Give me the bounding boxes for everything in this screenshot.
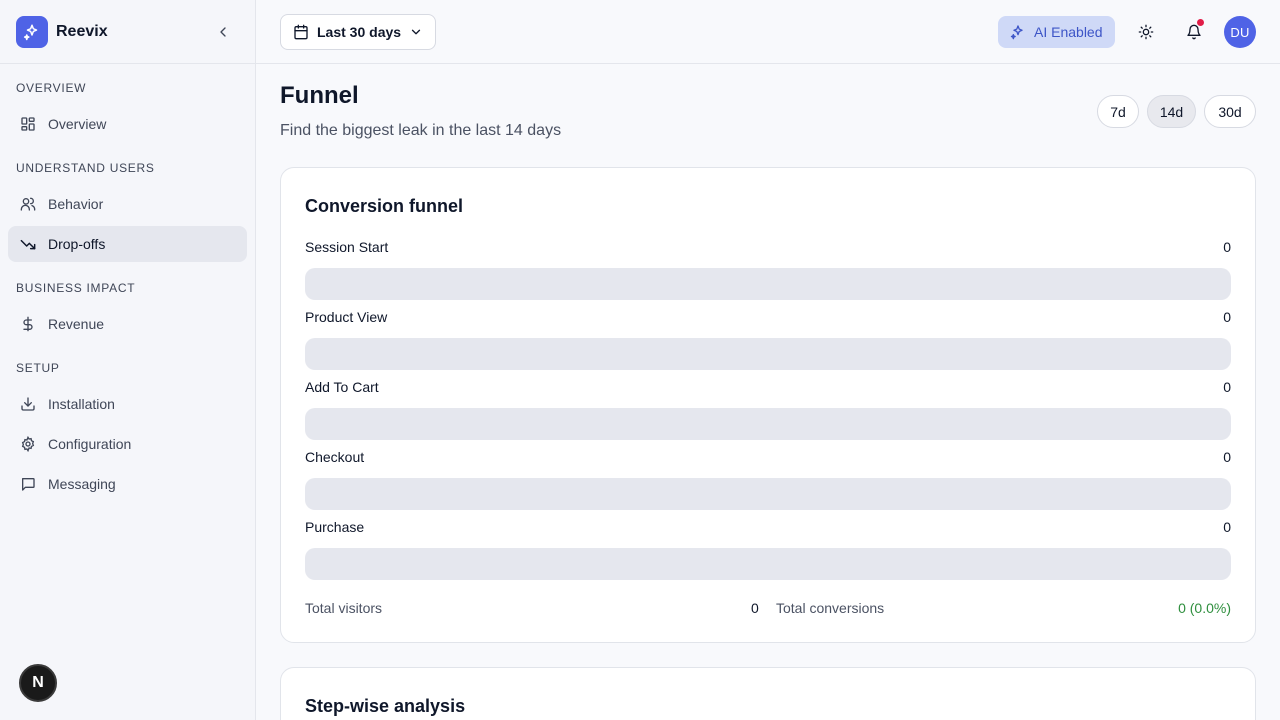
range-30d-button[interactable]: 30d xyxy=(1204,95,1256,128)
dev-tools-badge[interactable]: N xyxy=(19,664,57,702)
range-7d-button[interactable]: 7d xyxy=(1097,95,1139,128)
dollar-icon xyxy=(23,316,33,332)
sidebar-item-label: Messaging xyxy=(48,476,116,492)
sidebar-item-label: Drop-offs xyxy=(48,236,106,252)
nav-section-overview: OVERVIEW xyxy=(16,81,87,95)
sidebar-item-overview[interactable]: Overview xyxy=(8,106,247,142)
brand-bar: Reevix xyxy=(0,0,255,64)
stepwise-analysis-card: Step-wise analysis xyxy=(280,667,1256,720)
bell-icon xyxy=(1187,24,1201,40)
step-value: 0 xyxy=(1223,309,1231,325)
collapse-sidebar-button[interactable] xyxy=(211,20,235,44)
sidebar: Reevix OVERVIEW Overview UNDERSTAND USER… xyxy=(0,0,256,720)
sidebar-item-label: Configuration xyxy=(48,436,132,452)
step-bar xyxy=(305,408,1231,440)
step-value: 0 xyxy=(1223,239,1231,255)
message-icon xyxy=(22,478,35,491)
trending-down-icon xyxy=(20,239,36,250)
nav-section-business-impact: BUSINESS IMPACT xyxy=(16,281,136,295)
date-range-label: Last 30 days xyxy=(317,24,402,40)
sidebar-item-label: Installation xyxy=(48,396,115,412)
notification-dot xyxy=(1197,19,1204,26)
step-value: 0 xyxy=(1223,519,1231,535)
ai-enabled-button[interactable]: AI Enabled xyxy=(998,16,1115,48)
calendar-icon xyxy=(294,24,308,40)
step-label: Product View xyxy=(305,309,388,325)
total-visitors-label: Total visitors xyxy=(305,600,383,616)
sparkle-logo-icon[interactable] xyxy=(16,15,48,48)
step-bar xyxy=(305,548,1231,580)
notifications-button[interactable] xyxy=(1178,16,1210,48)
total-conversions-label: Total conversions xyxy=(776,600,885,616)
page-title: Funnel xyxy=(280,82,359,109)
range-label: 30d xyxy=(1218,103,1242,120)
nav-section-understand-users: UNDERSTAND USERS xyxy=(16,161,155,175)
funnel-totals: Total visitors 0 Total conversions 0 (0.… xyxy=(305,600,1231,618)
avatar-initials: DU xyxy=(1230,24,1250,40)
grid-icon xyxy=(21,117,35,131)
sidebar-item-revenue[interactable]: Revenue xyxy=(8,306,247,342)
step-label: Session Start xyxy=(305,239,389,255)
dev-tools-badge-letter: N xyxy=(32,674,44,691)
sidebar-nav: OVERVIEW Overview UNDERSTAND USERS Behav… xyxy=(0,64,255,502)
chevron-left-icon xyxy=(220,26,226,37)
sidebar-item-label: Overview xyxy=(48,116,107,132)
card-title: Step-wise analysis xyxy=(305,696,466,716)
top-header: Last 30 days AI Enabled DU xyxy=(256,0,1280,64)
brand-name: Reevix xyxy=(56,22,108,40)
step-bar xyxy=(305,478,1231,510)
chevron-down-icon xyxy=(411,29,421,35)
range-14d-button[interactable]: 14d xyxy=(1147,95,1196,128)
step-value: 0 xyxy=(1223,449,1231,465)
nav-section-setup: SETUP xyxy=(16,361,60,375)
total-visitors-value: 0 xyxy=(751,600,759,616)
sidebar-item-behavior[interactable]: Behavior xyxy=(8,186,247,222)
sidebar-item-configuration[interactable]: Configuration xyxy=(8,426,247,462)
ai-enabled-label: AI Enabled xyxy=(1034,24,1103,40)
sidebar-item-label: Revenue xyxy=(48,316,105,332)
user-avatar[interactable]: DU xyxy=(1224,16,1256,48)
download-icon xyxy=(21,397,35,411)
step-label: Checkout xyxy=(305,449,365,465)
users-icon xyxy=(20,197,36,211)
funnel-step-session-start: Session Start 0 xyxy=(305,238,1231,300)
step-bar xyxy=(305,268,1231,300)
step-value: 0 xyxy=(1223,379,1231,395)
card-title: Conversion funnel xyxy=(305,196,464,216)
funnel-step-purchase: Purchase 0 xyxy=(305,518,1231,580)
sidebar-item-installation[interactable]: Installation xyxy=(8,386,247,422)
funnel-step-product-view: Product View 0 xyxy=(305,308,1231,370)
funnel-step-add-to-cart: Add To Cart 0 xyxy=(305,378,1231,440)
sun-icon xyxy=(1138,24,1154,40)
range-label: 14d xyxy=(1159,103,1184,120)
conversion-funnel-card: Conversion funnel Session Start 0 Produc… xyxy=(280,167,1256,643)
sidebar-item-messaging[interactable]: Messaging xyxy=(8,466,247,502)
date-range-dropdown[interactable]: Last 30 days xyxy=(280,14,437,50)
sparkles-icon xyxy=(1010,25,1023,40)
gear-icon xyxy=(21,436,35,452)
sidebar-item-drop-offs[interactable]: Drop-offs xyxy=(8,226,247,262)
step-bar xyxy=(305,338,1231,370)
step-label: Purchase xyxy=(305,519,365,535)
sidebar-item-label: Behavior xyxy=(48,196,104,212)
range-label: 7d xyxy=(1110,103,1126,120)
theme-toggle-button[interactable] xyxy=(1130,16,1162,48)
page-subtitle: Find the biggest leak in the last 14 day… xyxy=(280,122,562,139)
funnel-step-checkout: Checkout 0 xyxy=(305,448,1231,510)
total-conversions-value: 0 (0.0%) xyxy=(1178,600,1231,616)
step-label: Add To Cart xyxy=(305,379,379,395)
